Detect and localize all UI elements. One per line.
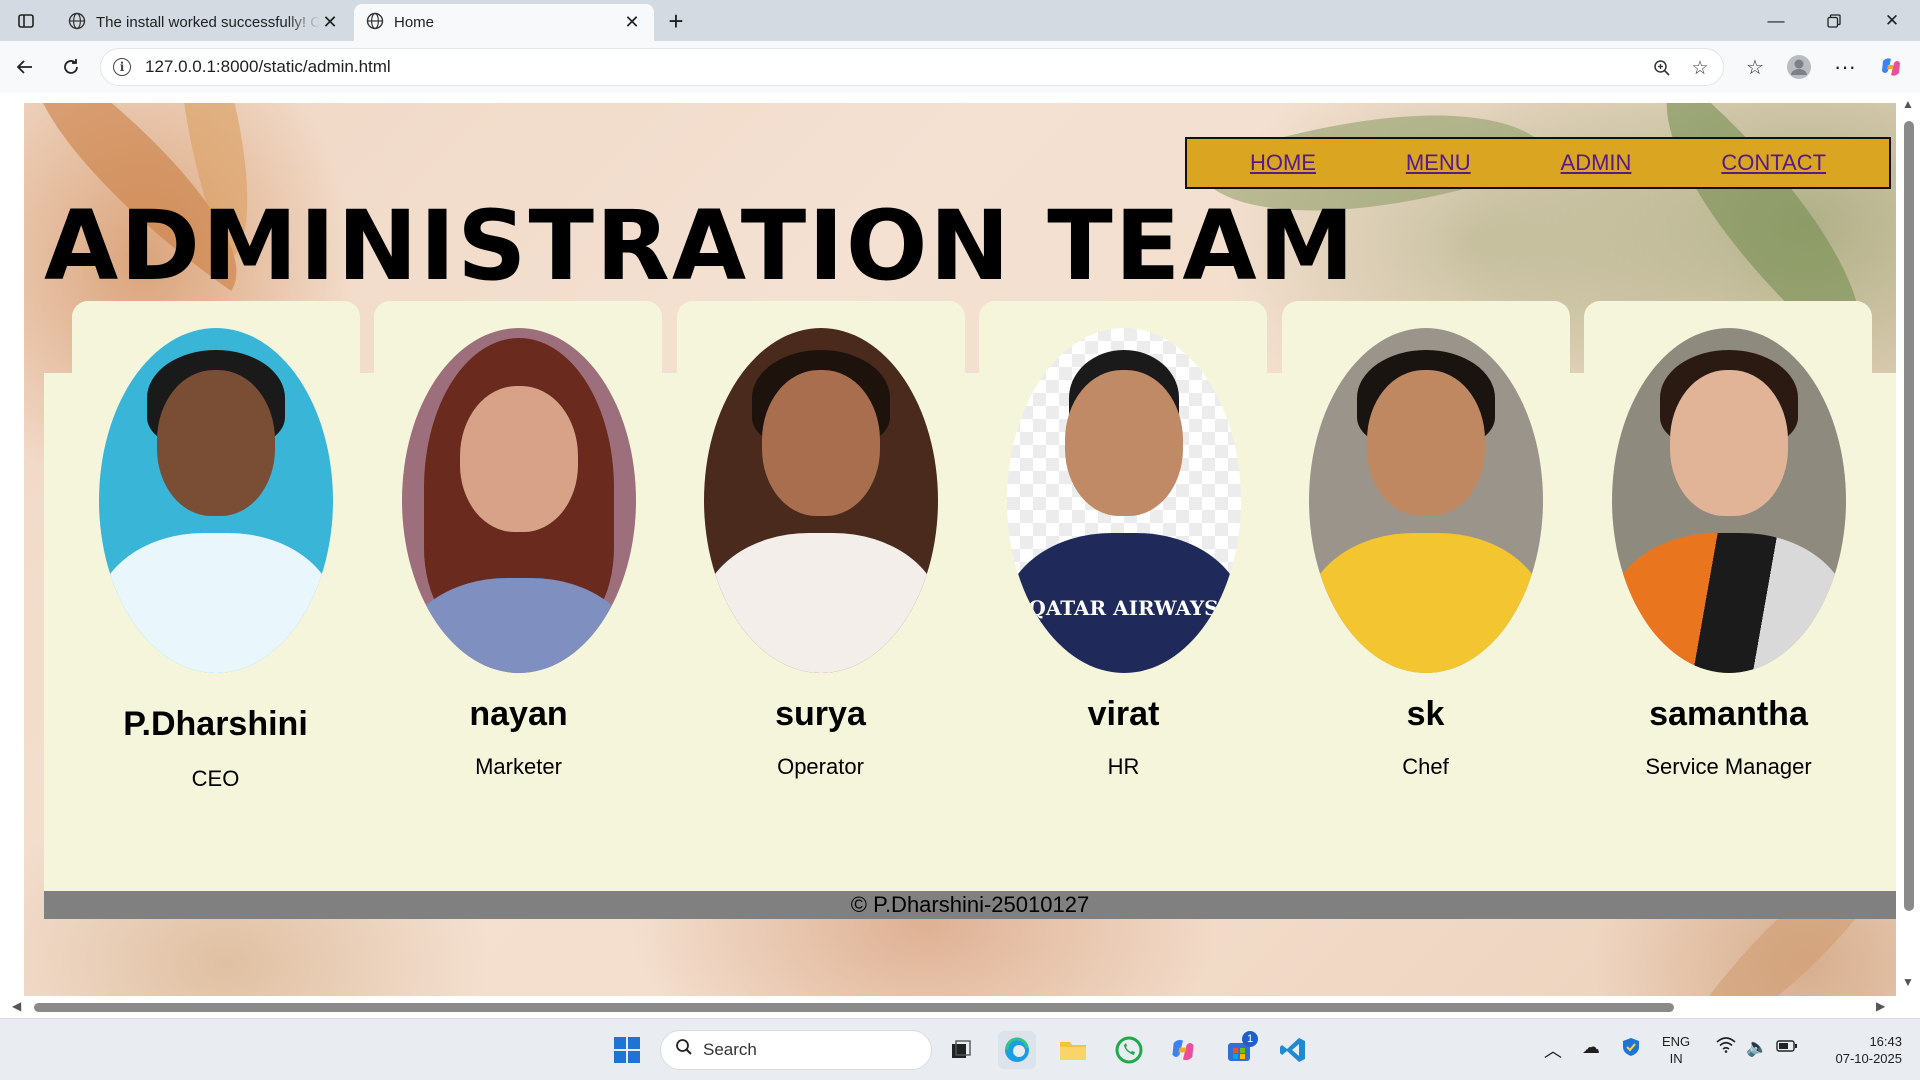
address-bar[interactable]: i 127.0.0.1:8000/static/admin.html ☆ <box>100 48 1724 86</box>
globe-icon <box>68 12 86 34</box>
restore-icon[interactable] <box>1806 4 1862 38</box>
page-footer: © P.Dharshini-25010127 <box>44 891 1896 919</box>
tab-title: Home <box>394 14 435 31</box>
page-title: ADMINISTRATION TEAM <box>44 190 1357 302</box>
team-member: samantha Service Manager <box>1577 328 1880 780</box>
member-name: P.Dharshini <box>123 705 308 743</box>
search-placeholder: Search <box>703 1040 757 1059</box>
region-code: IN <box>1669 1051 1683 1066</box>
scroll-down-icon[interactable]: ▼ <box>1902 975 1914 989</box>
scroll-up-icon[interactable]: ▲ <box>1902 97 1914 111</box>
wifi-icon[interactable] <box>1716 1037 1736 1058</box>
tab-actions-icon[interactable] <box>8 6 44 36</box>
taskbar: Search 1 ︿ ☁ ENG IN 🔈 16:43 07-10-2025 <box>0 1018 1920 1080</box>
member-role: Chef <box>1402 754 1449 779</box>
member-name: surya <box>775 695 866 733</box>
system-clock[interactable]: 16:43 07-10-2025 <box>1812 1033 1903 1067</box>
nav-home-link[interactable]: HOME <box>1250 150 1316 176</box>
clock-date: 07-10-2025 <box>1835 1051 1903 1066</box>
minimize-icon[interactable]: — <box>1748 4 1804 38</box>
member-photo: QATAR AIRWAYS <box>1006 328 1241 673</box>
onedrive-icon[interactable]: ☁ <box>1582 1037 1600 1058</box>
member-name: samantha <box>1649 695 1808 733</box>
scrollbar-thumb[interactable] <box>34 1003 1674 1012</box>
team-member: P.Dharshini CEO <box>64 328 367 792</box>
member-name: nayan <box>469 695 568 733</box>
member-photo <box>1611 328 1846 673</box>
page-viewport: HOME MENU ADMIN CONTACT ADMINISTRATION T… <box>0 93 1920 1018</box>
scrollbar-thumb[interactable] <box>1904 121 1914 911</box>
copilot-app-icon[interactable] <box>1164 1031 1202 1069</box>
team-member: nayan Marketer <box>367 328 670 780</box>
zoom-icon[interactable] <box>1649 55 1675 81</box>
copilot-icon[interactable] <box>1874 50 1908 84</box>
close-icon[interactable]: ✕ <box>622 12 642 33</box>
language-indicator[interactable]: ENG IN <box>1662 1033 1690 1067</box>
jersey-sponsor-text: QATAR AIRWAYS <box>1028 596 1219 620</box>
start-windows-icon[interactable] <box>608 1031 646 1069</box>
nav-contact-link[interactable]: CONTACT <box>1721 150 1826 176</box>
vscode-icon[interactable] <box>1274 1031 1312 1069</box>
battery-icon[interactable] <box>1776 1037 1798 1058</box>
language-code: ENG <box>1662 1034 1691 1049</box>
team-member: QATAR AIRWAYS virat HR <box>972 328 1275 780</box>
member-role: Service Manager <box>1645 754 1812 779</box>
refresh-icon[interactable] <box>54 50 88 84</box>
tab-install-success[interactable]: The install worked successfully! Congrat… <box>56 4 352 41</box>
browser-toolbar: i 127.0.0.1:8000/static/admin.html ☆ ☆ ·… <box>0 41 1920 93</box>
scroll-left-icon[interactable]: ◀ <box>12 999 21 1013</box>
page-body: HOME MENU ADMIN CONTACT ADMINISTRATION T… <box>24 103 1896 996</box>
team-member: surya Operator <box>669 328 972 780</box>
tab-title: The install worked successfully! Congrat… <box>96 14 320 31</box>
close-window-icon[interactable]: ✕ <box>1864 4 1920 38</box>
file-explorer-icon[interactable] <box>1054 1031 1092 1069</box>
new-tab-icon[interactable]: + <box>658 6 694 36</box>
team-member: sk Chef <box>1274 328 1577 780</box>
favorite-star-icon[interactable]: ☆ <box>1687 55 1713 81</box>
favorites-icon[interactable]: ☆ <box>1738 50 1772 84</box>
member-photo <box>98 328 333 673</box>
member-photo <box>703 328 938 673</box>
vertical-scrollbar[interactable]: ▲ ▼ <box>1896 93 1920 1018</box>
horizontal-scrollbar[interactable]: ◀ ▶ <box>0 996 1920 1018</box>
security-shield-icon[interactable] <box>1622 1037 1640 1062</box>
url-text[interactable]: 127.0.0.1:8000/static/admin.html <box>145 57 391 77</box>
search-icon <box>675 1038 693 1062</box>
whatsapp-icon[interactable] <box>1110 1031 1148 1069</box>
info-icon[interactable]: i <box>113 58 131 76</box>
notification-badge: 1 <box>1242 1031 1258 1047</box>
scroll-right-icon[interactable]: ▶ <box>1876 999 1885 1013</box>
taskbar-search[interactable]: Search <box>660 1030 932 1070</box>
main-nav: HOME MENU ADMIN CONTACT <box>1185 137 1891 189</box>
nav-admin-link[interactable]: ADMIN <box>1561 150 1632 176</box>
store-icon[interactable]: 1 <box>1220 1031 1258 1069</box>
profile-avatar-icon[interactable] <box>1782 50 1816 84</box>
member-role: CEO <box>191 766 240 791</box>
member-photo <box>1308 328 1543 673</box>
member-role: Operator <box>777 754 864 779</box>
volume-icon[interactable]: 🔈 <box>1746 1037 1768 1058</box>
back-icon[interactable] <box>8 50 42 84</box>
nav-menu-link[interactable]: MENU <box>1406 150 1471 176</box>
more-options-icon[interactable]: ··· <box>1828 50 1862 84</box>
member-photo <box>401 328 636 673</box>
close-icon[interactable]: ✕ <box>320 12 340 33</box>
member-name: sk <box>1406 695 1445 733</box>
member-role: Marketer <box>475 754 562 779</box>
globe-icon <box>366 12 384 34</box>
tab-home[interactable]: Home ✕ <box>354 4 654 41</box>
tray-overflow-icon[interactable]: ︿ <box>1544 1037 1562 1063</box>
member-role: HR <box>1107 754 1140 779</box>
edge-browser-icon[interactable] <box>998 1031 1036 1069</box>
task-view-icon[interactable] <box>942 1031 980 1069</box>
browser-tab-strip: The install worked successfully! Congrat… <box>0 0 1920 41</box>
clock-time: 16:43 <box>1869 1034 1902 1049</box>
member-name: virat <box>1087 695 1160 733</box>
